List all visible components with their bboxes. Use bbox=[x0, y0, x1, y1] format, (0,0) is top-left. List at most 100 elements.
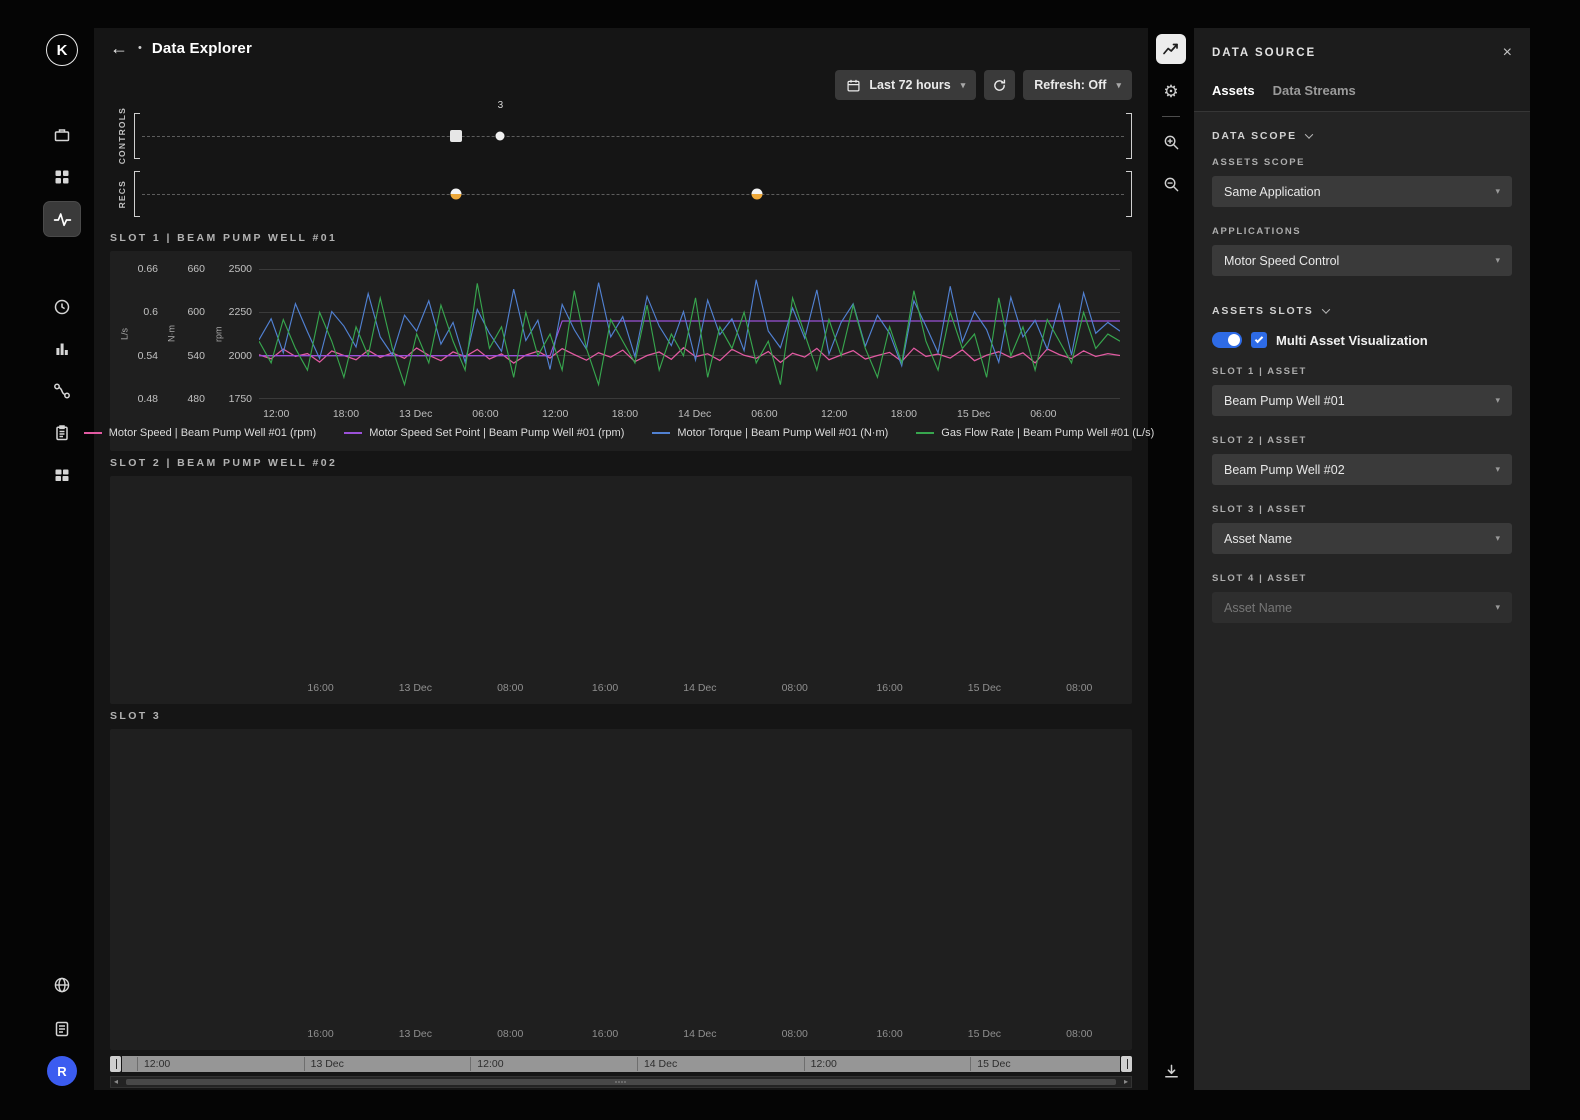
legend-item[interactable]: Motor Speed | Beam Pump Well #01 (rpm) bbox=[84, 427, 316, 439]
sidebar-item-workflows[interactable] bbox=[44, 374, 80, 408]
asset-slots: SLOT 1 | ASSET Beam Pump Well #01 ▾ SLOT… bbox=[1212, 366, 1512, 623]
sidebar-item-charts[interactable] bbox=[44, 332, 80, 366]
data-scope-section-label: DATA SCOPE bbox=[1212, 130, 1297, 142]
close-icon[interactable]: × bbox=[1503, 45, 1512, 61]
recommendation-marker[interactable] bbox=[451, 189, 462, 200]
scrubber-handle-left[interactable] bbox=[110, 1056, 121, 1072]
x-tick: 14 Dec bbox=[678, 408, 711, 420]
sidebar-item-data-explorer[interactable] bbox=[44, 202, 80, 236]
scrubber-bar[interactable]: 12:0013 Dec12:0014 Dec12:0015 Dec bbox=[122, 1056, 1120, 1072]
scrubber-label: 15 Dec bbox=[970, 1057, 1010, 1071]
slot1-plot[interactable] bbox=[259, 269, 1120, 399]
data-scope-section-header[interactable]: DATA SCOPE bbox=[1212, 130, 1512, 142]
legend-item[interactable]: Motor Speed Set Point | Beam Pump Well #… bbox=[344, 427, 624, 439]
sidebar-item-docs[interactable] bbox=[44, 1012, 80, 1046]
slot1-legend: Motor Speed | Beam Pump Well #01 (rpm) M… bbox=[118, 423, 1120, 447]
scrubber-handle-right[interactable] bbox=[1121, 1056, 1132, 1072]
y-axis-ticks: 0.660.60.540.48 bbox=[131, 269, 165, 399]
sidebar-item-briefcase[interactable] bbox=[44, 118, 80, 152]
app-logo[interactable]: K bbox=[46, 34, 78, 66]
briefcase-icon bbox=[53, 126, 71, 144]
x-tick: 16:00 bbox=[876, 682, 902, 694]
sidebar-item-history[interactable] bbox=[44, 290, 80, 324]
gear-icon: ⚙ bbox=[1163, 83, 1178, 100]
chevron-down-icon: ▾ bbox=[1495, 602, 1500, 613]
user-avatar[interactable]: R bbox=[47, 1056, 77, 1086]
slot3-title: SLOT 3 bbox=[110, 710, 1132, 722]
legend-label: Gas Flow Rate | Beam Pump Well #01 (L/s) bbox=[941, 427, 1154, 439]
slot2-title: SLOT 2 | BEAM PUMP WELL #02 bbox=[110, 457, 1132, 469]
asset-slot-select[interactable]: Beam Pump Well #01 ▾ bbox=[1212, 385, 1512, 416]
legend-label: Motor Torque | Beam Pump Well #01 (N·m) bbox=[677, 427, 888, 439]
rail-download-button[interactable] bbox=[1156, 1056, 1186, 1086]
apps-grid-icon bbox=[53, 168, 71, 186]
recommendation-marker[interactable] bbox=[751, 189, 762, 200]
x-tick: 14 Dec bbox=[683, 1028, 716, 1040]
refresh-mode-button[interactable]: Refresh: Off ▾ bbox=[1023, 70, 1132, 100]
legend-item[interactable]: Gas Flow Rate | Beam Pump Well #01 (L/s) bbox=[916, 427, 1154, 439]
waveform-icon bbox=[53, 210, 72, 229]
download-icon bbox=[1163, 1063, 1180, 1080]
right-rail: ⚙ bbox=[1148, 28, 1194, 1090]
asset-slot-value: Beam Pump Well #01 bbox=[1224, 394, 1345, 408]
y-tick: 540 bbox=[187, 350, 205, 362]
tab-assets[interactable]: Assets bbox=[1212, 83, 1255, 98]
asset-slot-value: Asset Name bbox=[1224, 532, 1292, 546]
chevron-down-icon bbox=[1321, 305, 1329, 313]
time-range-button[interactable]: Last 72 hours ▾ bbox=[835, 70, 976, 100]
main-content: ← • Data Explorer Last 72 hours ▾ Refres… bbox=[94, 28, 1148, 1090]
applications-select[interactable]: Motor Speed Control ▾ bbox=[1212, 245, 1512, 276]
refresh-button[interactable] bbox=[984, 70, 1015, 100]
control-marker[interactable] bbox=[450, 130, 462, 142]
control-marker[interactable] bbox=[496, 132, 505, 141]
track-bracket-left bbox=[134, 171, 140, 217]
sidebar-item-tasks[interactable] bbox=[44, 416, 80, 450]
track-bracket-right bbox=[1126, 171, 1132, 217]
clipboard-icon bbox=[53, 424, 71, 442]
y-axis-ticks: 2500225020001750 bbox=[225, 269, 259, 399]
x-tick: 06:00 bbox=[1030, 408, 1056, 420]
tab-data-streams[interactable]: Data Streams bbox=[1273, 83, 1356, 98]
y-tick: 600 bbox=[187, 306, 205, 318]
slot3-chart-panel[interactable]: 16:0013 Dec08:0016:0014 Dec08:0016:0015 … bbox=[110, 729, 1132, 1050]
chevron-down-icon: ▾ bbox=[961, 80, 966, 91]
assets-scope-select[interactable]: Same Application ▾ bbox=[1212, 176, 1512, 207]
breadcrumb-dot: • bbox=[138, 42, 142, 54]
sidebar-item-dashboards[interactable] bbox=[44, 458, 80, 492]
legend-label: Motor Speed Set Point | Beam Pump Well #… bbox=[369, 427, 624, 439]
legend-item[interactable]: Motor Torque | Beam Pump Well #01 (N·m) bbox=[652, 427, 888, 439]
y-tick: 2000 bbox=[229, 350, 252, 362]
asset-slot-select[interactable]: Asset Name ▾ bbox=[1212, 592, 1512, 623]
asset-slot-select[interactable]: Asset Name ▾ bbox=[1212, 523, 1512, 554]
rail-settings-button[interactable]: ⚙ bbox=[1156, 76, 1186, 106]
asset-slot-select[interactable]: Beam Pump Well #02 ▾ bbox=[1212, 454, 1512, 485]
rail-trend-button[interactable] bbox=[1156, 34, 1186, 64]
multi-asset-toggle[interactable] bbox=[1212, 332, 1242, 348]
x-tick: 08:00 bbox=[497, 682, 523, 694]
sidebar-item-globe[interactable] bbox=[44, 968, 80, 1002]
y-tick: 1750 bbox=[229, 393, 252, 405]
rail-zoom-out-button[interactable] bbox=[1156, 169, 1186, 199]
scroll-right-icon[interactable]: ▸ bbox=[1124, 1078, 1128, 1086]
section-break bbox=[1212, 295, 1512, 305]
scrubber-label: 14 Dec bbox=[637, 1057, 677, 1071]
asset-slot-field: SLOT 3 | ASSET Asset Name ▾ bbox=[1212, 504, 1512, 554]
assets-slots-section-header[interactable]: ASSETS SLOTS bbox=[1212, 305, 1512, 317]
slot2-chart-panel[interactable]: 16:0013 Dec08:0016:0014 Dec08:0016:0015 … bbox=[110, 476, 1132, 704]
x-tick: 16:00 bbox=[592, 1028, 618, 1040]
x-tick: 16:00 bbox=[307, 682, 333, 694]
bar-chart-icon bbox=[53, 340, 71, 358]
x-tick: 13 Dec bbox=[399, 682, 432, 694]
legend-swatch-icon bbox=[344, 432, 362, 434]
rail-zoom-in-button[interactable] bbox=[1156, 127, 1186, 157]
scroll-left-icon[interactable]: ◂ bbox=[114, 1078, 118, 1086]
data-source-title: DATA SOURCE bbox=[1212, 47, 1316, 59]
scrollbar-grip-icon bbox=[616, 1081, 627, 1083]
back-button[interactable]: ← bbox=[110, 39, 128, 57]
multi-asset-checkbox[interactable] bbox=[1251, 332, 1267, 348]
clock-icon bbox=[53, 298, 71, 316]
sidebar-item-applications[interactable] bbox=[44, 160, 80, 194]
time-scrubber: 12:0013 Dec12:0014 Dec12:0015 Dec bbox=[110, 1056, 1132, 1072]
scrollbar-thumb[interactable] bbox=[126, 1079, 1116, 1085]
scrubber-label: 12:00 bbox=[137, 1057, 170, 1071]
